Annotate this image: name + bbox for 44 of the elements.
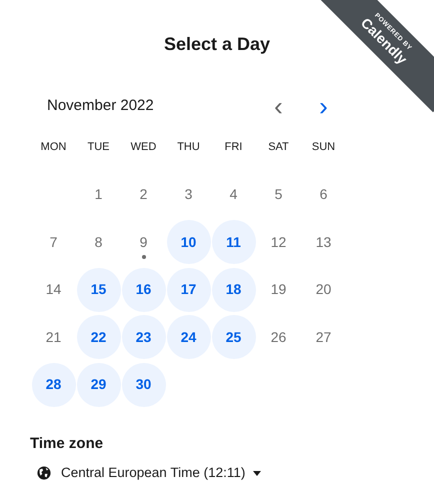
day-number: 27 xyxy=(314,328,332,347)
available-day-button[interactable]: 25 xyxy=(212,315,256,360)
globe-icon xyxy=(37,466,51,480)
available-day-button[interactable]: 18 xyxy=(212,268,256,312)
available-day-button[interactable]: 22 xyxy=(76,315,120,360)
weekday-label: MON xyxy=(40,140,68,155)
weekday-label: WED xyxy=(130,140,158,155)
weekday-label: SUN xyxy=(310,140,336,155)
available-day-button[interactable]: 10 xyxy=(166,220,210,264)
day-number: 1 xyxy=(94,185,104,204)
available-day-button[interactable]: 16 xyxy=(122,268,166,312)
available-day-button[interactable]: 24 xyxy=(166,315,210,360)
page-title: Select a Day xyxy=(164,33,270,55)
available-day-button[interactable]: 28 xyxy=(32,362,76,407)
day-number: 12 xyxy=(270,232,288,252)
available-day-button[interactable]: 30 xyxy=(122,362,166,407)
caret-icon xyxy=(253,470,262,476)
day-number: 2 xyxy=(138,185,148,204)
month-label: November 2022 xyxy=(46,96,155,116)
time-zone-heading: Time zone xyxy=(30,434,104,454)
day-number: 20 xyxy=(314,280,332,300)
available-day-button[interactable]: 17 xyxy=(166,268,210,312)
available-day-button[interactable]: 23 xyxy=(122,315,166,360)
weekday-label: SAT xyxy=(267,140,290,155)
weekday-label: TUE xyxy=(86,140,110,155)
day-number: 13 xyxy=(314,232,332,252)
available-day-button[interactable]: 11 xyxy=(212,220,256,264)
day-number: 8 xyxy=(94,232,104,252)
weekday-label: FRI xyxy=(224,140,244,155)
day-number: 5 xyxy=(274,185,284,204)
day-number: 19 xyxy=(270,280,288,300)
available-day-button[interactable]: 15 xyxy=(76,268,120,312)
time-zone-dropdown[interactable]: Central European Time (12:11) xyxy=(61,463,262,484)
day-number: 9 xyxy=(122,220,166,264)
day-number: 21 xyxy=(44,328,62,347)
day-number: 3 xyxy=(184,185,194,204)
day-number: 6 xyxy=(318,185,328,204)
day-number: 14 xyxy=(44,280,62,300)
day-number: 4 xyxy=(228,185,238,204)
day-number: 26 xyxy=(270,328,288,347)
next-month-button[interactable]: › xyxy=(301,91,346,121)
day-number: 7 xyxy=(48,232,58,252)
weekday-label: THU xyxy=(176,140,201,155)
available-day-button[interactable]: 29 xyxy=(76,362,120,407)
